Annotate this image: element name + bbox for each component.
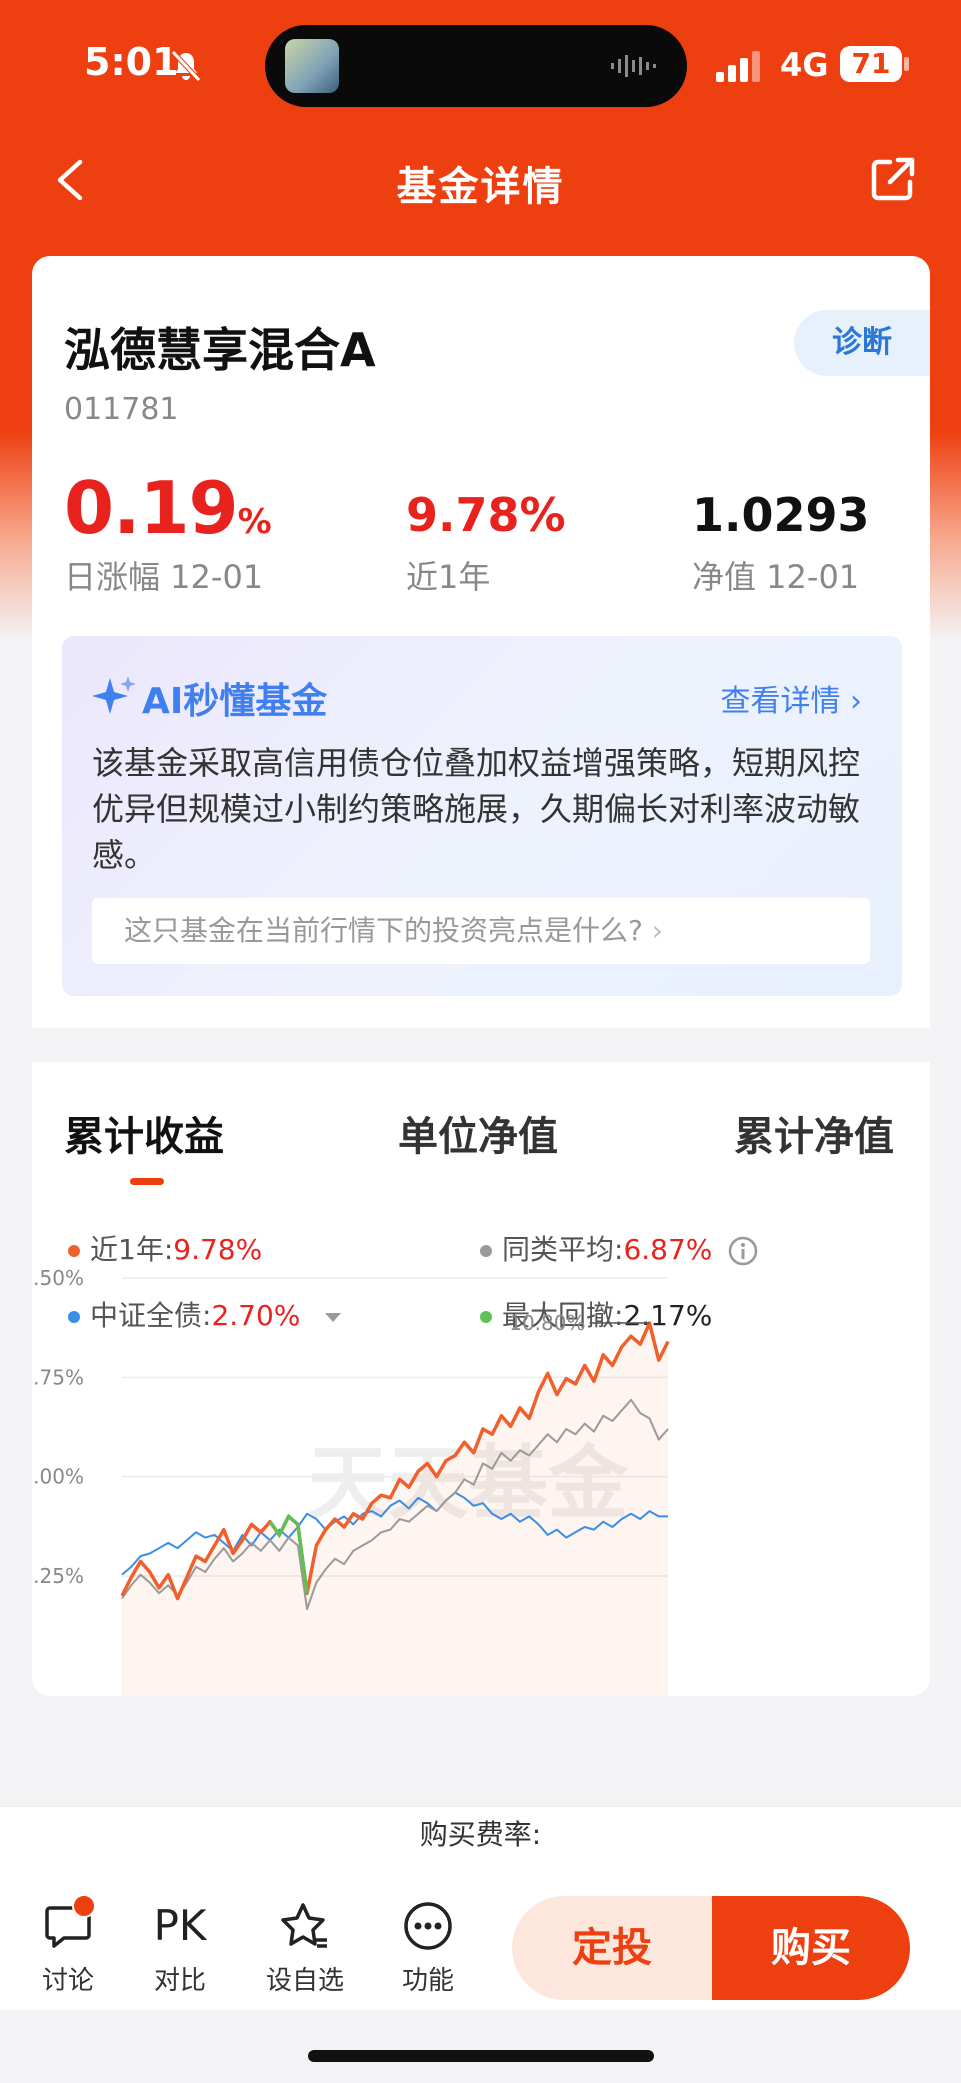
chevron-right-icon: › <box>651 914 663 947</box>
dynamic-island <box>265 25 687 107</box>
notification-dot <box>72 1894 96 1918</box>
bottom-toolbar: 讨论 PK 对比 设自选 功能 定投 购买 <box>0 1880 961 2010</box>
legend-fund-value: 9.78% <box>173 1233 263 1266</box>
section-divider <box>32 1028 930 1062</box>
active-tab-indicator <box>130 1178 164 1185</box>
sip-button[interactable]: 定投 <box>512 1896 712 2000</box>
daily-change-value: 0.19% <box>64 466 272 550</box>
compare-button[interactable]: PK 对比 <box>140 1900 220 1997</box>
ai-summary-title: AI秒懂基金 <box>142 681 328 722</box>
legend-dot <box>480 1245 492 1257</box>
add-watchlist-button[interactable]: 设自选 <box>265 1900 345 1997</box>
now-playing-thumbnail <box>285 39 339 93</box>
legend-dot <box>68 1245 80 1257</box>
more-functions-label: 功能 <box>401 1966 454 1996</box>
tab-cumulative-return[interactable]: 累计收益 <box>64 1104 224 1162</box>
fund-name: 泓德慧享混合A <box>64 323 376 377</box>
battery-tip <box>904 57 909 71</box>
year-return-value: 9.78% <box>406 488 566 542</box>
daily-change-unit: % <box>237 502 272 542</box>
y-tick-label: 1.25% <box>32 1564 84 1588</box>
fee-bar[interactable]: 购买费率: <box>0 1806 961 1882</box>
home-indicator[interactable] <box>308 2050 654 2062</box>
chart-svg: 12.50%8.75%5.00%1.25% 天天基金 10.80% <box>8 1266 670 1696</box>
legend-fund: 近1年:9.78% <box>68 1228 262 1268</box>
status-bar: 5:01 4G 71 <box>0 0 961 130</box>
discuss-label: 讨论 <box>41 1966 94 1996</box>
share-icon[interactable] <box>868 154 918 204</box>
nav-bar: 基金详情 <box>0 140 961 220</box>
add-watchlist-label: 设自选 <box>265 1966 344 1996</box>
ai-question-text: 这只基金在当前行情下的投资亮点是什么? <box>124 914 643 947</box>
ai-question-prompt[interactable]: 这只基金在当前行情下的投资亮点是什么? › <box>92 898 870 964</box>
network-type: 4G <box>780 46 829 84</box>
y-tick-label: 12.50% <box>32 1266 84 1290</box>
action-buttons: 定投 购买 <box>512 1896 910 2000</box>
fund-code: 011781 <box>64 392 179 427</box>
chevron-right-icon: › <box>850 684 862 719</box>
legend-peer-value: 6.87% <box>623 1233 713 1266</box>
compare-label: 对比 <box>153 1966 206 1996</box>
legend-fund-label: 近1年: <box>90 1233 174 1266</box>
year-return-label: 近1年 <box>406 558 491 596</box>
nav-value: 1.0293 <box>692 488 870 542</box>
y-tick-label: 8.75% <box>32 1365 84 1389</box>
more-functions-button[interactable]: 功能 <box>388 1900 468 1997</box>
fund-card: 泓德慧享混合A 011781 诊断 0.19% 日涨幅 12-01 9.78% … <box>8 256 930 1696</box>
home-area <box>0 2010 961 2083</box>
daily-change-label: 日涨幅 12-01 <box>64 558 264 596</box>
legend-peer-avg: 同类平均:6.87% <box>480 1228 759 1268</box>
fund-area <box>122 1323 668 1696</box>
ai-summary-text: 该基金采取高信用债仓位叠加权益增强策略，短期风控优异但规模过小制约策略施展，久期… <box>92 744 861 874</box>
view-detail-label: 查看详情 <box>720 684 841 719</box>
tab-unit-nav[interactable]: 单位净值 <box>398 1104 558 1162</box>
legend-peer-label: 同类平均: <box>502 1233 624 1266</box>
battery-icon: 71 <box>840 46 902 82</box>
view-detail-link[interactable]: 查看详情 › <box>720 676 862 720</box>
audio-wave-icon <box>611 55 656 77</box>
info-icon[interactable] <box>727 1235 759 1267</box>
diagnose-button[interactable]: 诊断 <box>794 310 930 376</box>
discuss-button[interactable]: 讨论 <box>28 1894 108 1997</box>
more-dots-icon <box>404 1902 452 1950</box>
page-title: 基金详情 <box>396 164 565 210</box>
ai-summary-panel: AI秒懂基金 查看详情 › 该基金采取高信用债仓位叠加权益增强策略，短期风控优异… <box>62 636 902 996</box>
fee-label: 购买费率: <box>419 1818 542 1851</box>
return-chart[interactable]: 12.50%8.75%5.00%1.25% 天天基金 10.80% <box>8 1266 930 1696</box>
bell-muted-icon <box>171 50 201 82</box>
peak-value-label: 10.80% <box>509 1311 585 1335</box>
daily-change-number: 0.19 <box>64 466 239 550</box>
star-icon <box>281 1903 327 1948</box>
cellular-signal-icon <box>716 51 760 82</box>
tab-cumulative-nav[interactable]: 累计净值 <box>734 1104 894 1162</box>
nav-label: 净值 12-01 <box>692 558 860 596</box>
clock: 5:01 <box>84 40 179 84</box>
pk-icon: PK <box>153 1901 207 1950</box>
y-tick-label: 5.00% <box>32 1465 84 1489</box>
sparkle-icon <box>92 676 136 714</box>
buy-button[interactable]: 购买 <box>712 1896 910 2000</box>
